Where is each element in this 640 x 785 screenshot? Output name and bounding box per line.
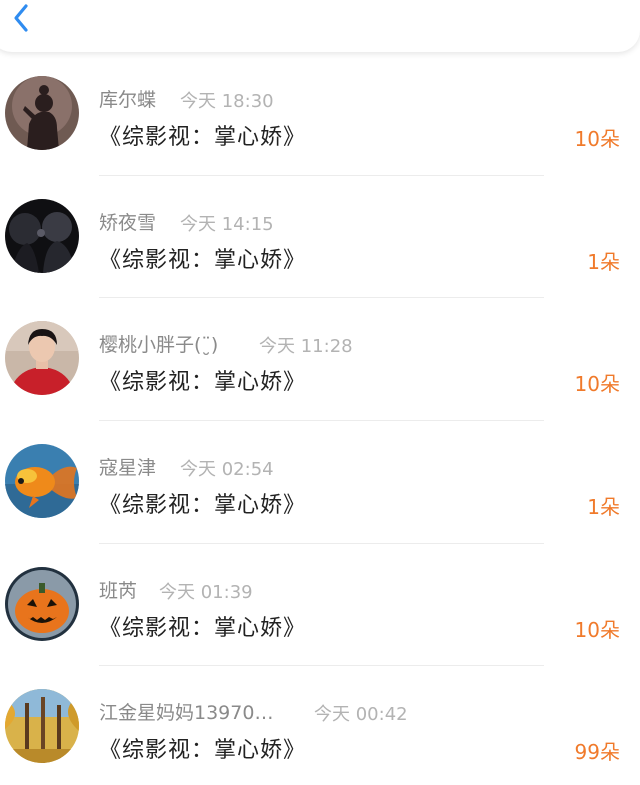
list-item[interactable]: 江金星妈妈13970… 今天 00:42 《综影视：掌心娇》 99朵 [0,666,640,785]
list-item[interactable]: 库尔蝶 今天 18:30 《综影视：掌心娇》 10朵 [0,53,640,176]
autumn-trees-avatar [5,689,79,764]
gift-amount: 10朵 [574,617,620,642]
send-time: 今天 00:42 [314,704,408,726]
gift-amount: 99朵 [574,740,620,765]
couple-avatar [5,198,79,273]
book-title: 《综影视：掌心娇》 [99,615,307,641]
book-title: 《综影视：掌心娇》 [99,370,307,396]
avatar[interactable] [5,689,79,764]
pumpkin-avatar [5,566,79,641]
sender-name: 班芮 [99,579,138,602]
send-time: 今天 02:54 [180,459,274,481]
goldfish-avatar [5,444,79,519]
person-avatar [5,321,79,396]
gift-record-page: 库尔蝶 今天 18:30 《综影视：掌心娇》 10朵 矫夜雪 今天 14:15 … [0,0,640,785]
top-bar [0,0,640,52]
send-time: 今天 11:28 [259,336,353,358]
avatar[interactable] [5,444,79,519]
gift-amount: 10朵 [574,372,620,397]
list-item[interactable]: 寇星津 今天 02:54 《综影视：掌心娇》 1朵 [0,421,640,544]
gift-amount: 1朵 [587,495,620,520]
gift-amount: 1朵 [587,249,620,274]
avatar[interactable] [5,321,79,396]
sender-name: 江金星妈妈13970… [99,702,274,725]
sender-name: 寇星津 [99,457,157,480]
book-title: 《综影视：掌心娇》 [99,738,307,764]
back-button[interactable] [4,0,40,36]
list-item[interactable]: 矫夜雪 今天 14:15 《综影视：掌心娇》 1朵 [0,176,640,299]
chevron-left-icon [14,4,28,32]
sender-name: 樱桃小胖子(¨̮) [99,334,219,357]
list-item[interactable]: 樱桃小胖子(¨̮) 今天 11:28 《综影视：掌心娇》 10朵 [0,298,640,422]
avatar[interactable] [5,76,79,150]
sender-name: 矫夜雪 [99,211,157,234]
book-title: 《综影视：掌心娇》 [99,125,307,150]
sender-name: 库尔蝶 [99,89,157,111]
list-item[interactable]: 班芮 今天 01:39 《综影视：掌心娇》 10朵 [0,544,640,667]
avatar[interactable] [5,566,79,641]
book-title: 《综影视：掌心娇》 [99,247,307,273]
gift-list: 库尔蝶 今天 18:30 《综影视：掌心娇》 10朵 矫夜雪 今天 14:15 … [0,53,640,785]
send-time: 今天 14:15 [180,213,274,235]
avatar[interactable] [5,198,79,273]
send-time: 今天 18:30 [180,91,274,112]
book-title: 《综影视：掌心娇》 [99,493,307,519]
send-time: 今天 01:39 [159,581,253,603]
gift-amount: 10朵 [574,127,620,151]
silhouette-avatar [5,76,79,150]
